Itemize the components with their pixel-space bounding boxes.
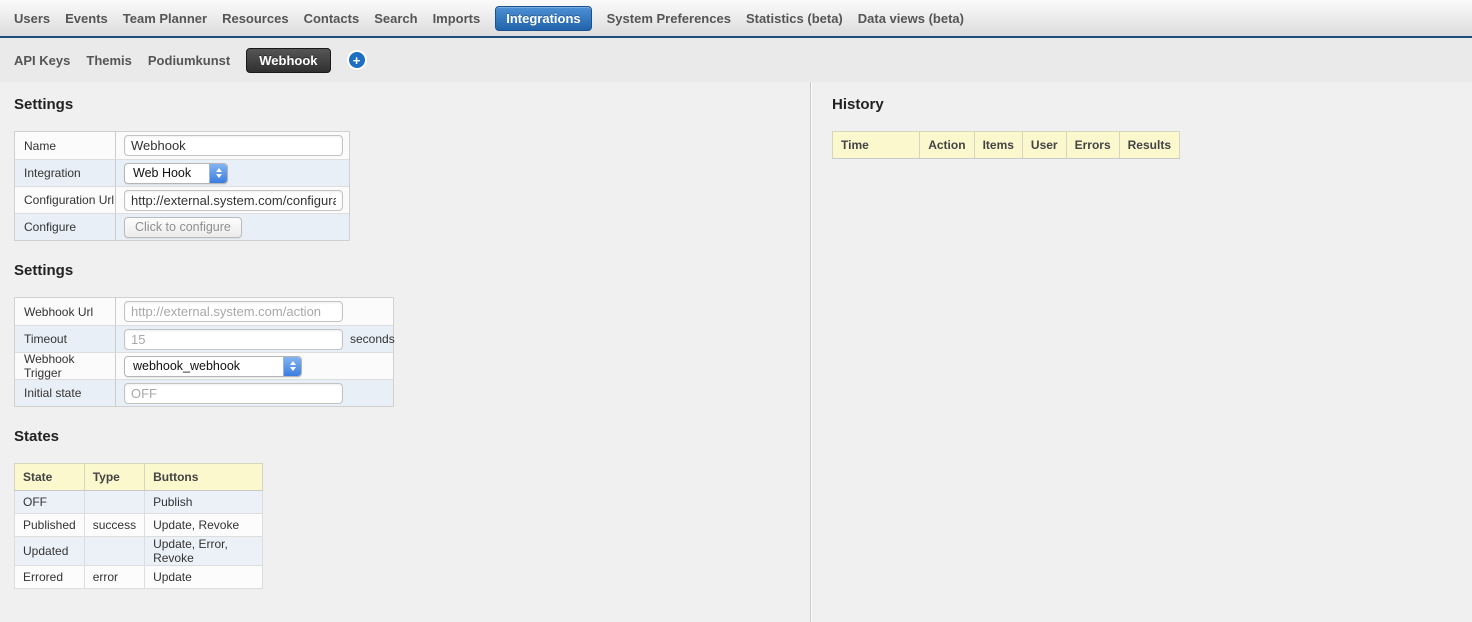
states-col-type: Type bbox=[84, 464, 144, 491]
states-row-off: OFF Publish bbox=[15, 491, 263, 514]
nav-item-team-planner[interactable]: Team Planner bbox=[123, 11, 207, 26]
history-col-time: Time bbox=[833, 132, 920, 159]
nav-item-system-preferences[interactable]: System Preferences bbox=[607, 11, 731, 26]
nav-item-users[interactable]: Users bbox=[14, 11, 50, 26]
tab-themis[interactable]: Themis bbox=[86, 53, 132, 68]
main-content: Settings Name Integration Web Hook Confi… bbox=[0, 82, 1472, 622]
settings2-heading: Settings bbox=[14, 262, 810, 279]
type-cell bbox=[84, 537, 144, 566]
buttons-cell: Update, Error, Revoke bbox=[145, 537, 263, 566]
type-cell: success bbox=[84, 514, 144, 537]
webhook-trigger-label: Webhook Trigger bbox=[15, 353, 116, 379]
history-heading: History bbox=[832, 96, 1472, 113]
history-col-results: Results bbox=[1119, 132, 1179, 159]
select-stepper-icon bbox=[283, 357, 301, 376]
nav-item-data-views-beta[interactable]: Data views (beta) bbox=[858, 11, 964, 26]
states-row-errored: Errored error Update bbox=[15, 566, 263, 589]
nav-item-search[interactable]: Search bbox=[374, 11, 417, 26]
states-heading: States bbox=[14, 428, 810, 445]
configuration-url-label: Configuration Url bbox=[15, 187, 116, 213]
configure-label: Configure bbox=[15, 214, 116, 240]
form-row-configure: Configure Click to configure bbox=[15, 213, 349, 240]
history-col-action: Action bbox=[920, 132, 974, 159]
nav-item-contacts[interactable]: Contacts bbox=[304, 11, 360, 26]
nav-item-events[interactable]: Events bbox=[65, 11, 108, 26]
history-col-items: Items bbox=[974, 132, 1022, 159]
timeout-input[interactable] bbox=[124, 329, 343, 350]
tab-podiumkunst[interactable]: Podiumkunst bbox=[148, 53, 230, 68]
timeout-label: Timeout bbox=[15, 326, 116, 352]
webhook-url-label: Webhook Url bbox=[15, 298, 116, 325]
form-row-name: Name bbox=[15, 132, 349, 159]
name-label: Name bbox=[15, 132, 116, 159]
history-col-errors: Errors bbox=[1066, 132, 1119, 159]
buttons-cell: Publish bbox=[145, 491, 263, 514]
integration-select[interactable]: Web Hook bbox=[124, 163, 228, 184]
configuration-url-input[interactable] bbox=[124, 190, 343, 211]
states-col-buttons: Buttons bbox=[145, 464, 263, 491]
form-row-webhook-trigger: Webhook Trigger webhook_webhook bbox=[15, 352, 393, 379]
webhook-trigger-select[interactable]: webhook_webhook bbox=[124, 356, 302, 377]
history-table: Time Action Items User Errors Results bbox=[832, 131, 1180, 159]
initial-state-label: Initial state bbox=[15, 380, 116, 406]
initial-state-input[interactable] bbox=[124, 383, 343, 404]
states-row-published: Published success Update, Revoke bbox=[15, 514, 263, 537]
state-cell: Updated bbox=[15, 537, 85, 566]
integration-select-value: Web Hook bbox=[125, 164, 209, 183]
form-row-initial-state: Initial state bbox=[15, 379, 393, 406]
integrations-tab-bar: API Keys Themis Podiumkunst Webhook + bbox=[0, 38, 1472, 82]
type-cell: error bbox=[84, 566, 144, 589]
history-header-row: Time Action Items User Errors Results bbox=[833, 132, 1180, 159]
state-cell: Published bbox=[15, 514, 85, 537]
settings-panel: Settings Name Integration Web Hook Confi… bbox=[0, 82, 811, 622]
tab-api-keys[interactable]: API Keys bbox=[14, 53, 70, 68]
nav-item-resources[interactable]: Resources bbox=[222, 11, 288, 26]
history-panel: History Time Action Items User Errors Re… bbox=[811, 82, 1472, 622]
name-input[interactable] bbox=[124, 135, 343, 156]
buttons-cell: Update bbox=[145, 566, 263, 589]
nav-item-integrations-active[interactable]: Integrations bbox=[495, 6, 591, 31]
states-header-row: State Type Buttons bbox=[15, 464, 263, 491]
settings1-form: Name Integration Web Hook Configuration … bbox=[14, 131, 350, 241]
select-stepper-icon bbox=[209, 164, 227, 183]
nav-item-statistics-beta[interactable]: Statistics (beta) bbox=[746, 11, 843, 26]
timeout-unit-label: seconds bbox=[350, 332, 395, 346]
form-row-webhook-url: Webhook Url bbox=[15, 298, 393, 325]
form-row-configuration-url: Configuration Url bbox=[15, 186, 349, 213]
buttons-cell: Update, Revoke bbox=[145, 514, 263, 537]
states-col-state: State bbox=[15, 464, 85, 491]
webhook-trigger-select-value: webhook_webhook bbox=[125, 357, 283, 376]
states-row-updated: Updated Update, Error, Revoke bbox=[15, 537, 263, 566]
top-navigation: Users Events Team Planner Resources Cont… bbox=[0, 0, 1472, 38]
history-col-user: User bbox=[1022, 132, 1066, 159]
webhook-url-input[interactable] bbox=[124, 301, 343, 322]
nav-item-imports[interactable]: Imports bbox=[433, 11, 481, 26]
settings2-form: Webhook Url Timeout seconds Webhook Trig… bbox=[14, 297, 394, 407]
tab-webhook-active[interactable]: Webhook bbox=[246, 48, 330, 73]
state-cell: Errored bbox=[15, 566, 85, 589]
type-cell bbox=[84, 491, 144, 514]
form-row-integration: Integration Web Hook bbox=[15, 159, 349, 186]
click-to-configure-button[interactable]: Click to configure bbox=[124, 217, 242, 238]
states-table: State Type Buttons OFF Publish Published… bbox=[14, 463, 263, 589]
form-row-timeout: Timeout seconds bbox=[15, 325, 393, 352]
integration-label: Integration bbox=[15, 160, 116, 186]
state-cell: OFF bbox=[15, 491, 85, 514]
add-integration-icon[interactable]: + bbox=[349, 52, 365, 68]
settings1-heading: Settings bbox=[14, 96, 810, 113]
